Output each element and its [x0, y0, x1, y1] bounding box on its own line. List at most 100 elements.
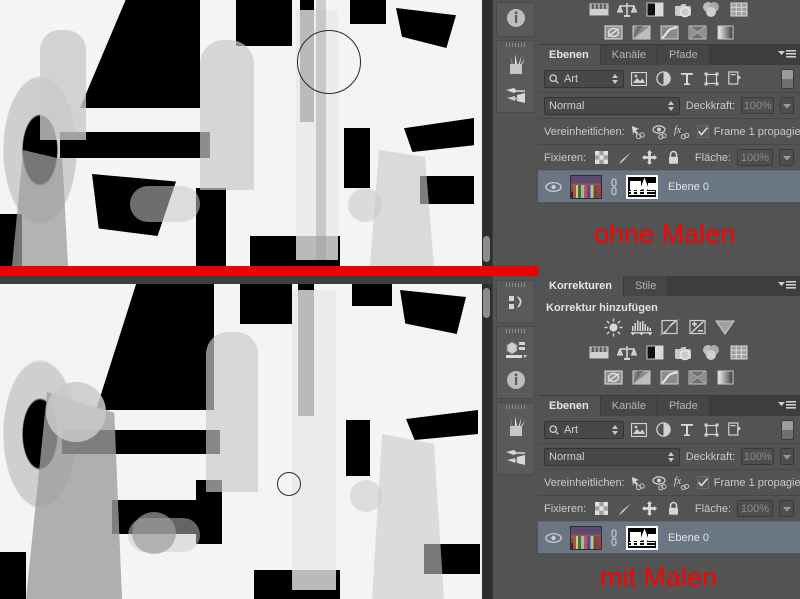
- tab-ebenen[interactable]: Ebenen: [538, 396, 601, 416]
- canvas-scrollbar-track-top[interactable]: [482, 0, 492, 266]
- lock-position-icon[interactable]: [640, 149, 658, 167]
- lock-image-icon[interactable]: [616, 149, 634, 167]
- canvas-scrollbar-thumb-bottom[interactable]: [483, 288, 490, 318]
- tab-ebenen[interactable]: Ebenen: [538, 45, 601, 65]
- filter-pixel-layers-icon[interactable]: [630, 421, 648, 439]
- brushes-icon[interactable]: [497, 411, 534, 441]
- color-lookup-icon[interactable]: [729, 0, 750, 19]
- history-icon[interactable]: [497, 289, 534, 319]
- unify-style-icon[interactable]: fx: [674, 474, 692, 492]
- info-icon[interactable]: [497, 3, 534, 33]
- tab-korrekturen[interactable]: Korrekturen: [538, 276, 624, 296]
- filter-adjustment-layers-icon[interactable]: [654, 70, 672, 88]
- opacity-dropdown-icon[interactable]: [780, 448, 795, 465]
- table-row[interactable]: Ebene 0: [538, 521, 800, 553]
- document-view-bottom[interactable]: [0, 276, 492, 599]
- color-balance-icon[interactable]: [617, 0, 638, 19]
- tab-kanaele[interactable]: Kanäle: [600, 396, 658, 416]
- photo-filter-icon[interactable]: [673, 0, 694, 19]
- unify-style-icon[interactable]: fx: [674, 123, 692, 141]
- channel-mixer-icon[interactable]: [701, 343, 722, 362]
- channel-mixer-icon[interactable]: [701, 0, 722, 19]
- dock-grip[interactable]: [497, 327, 534, 335]
- document-view-top[interactable]: [0, 0, 492, 266]
- dock-grip[interactable]: [497, 281, 534, 289]
- layer-kind-filter[interactable]: Art: [544, 69, 624, 88]
- unify-visibility-icon[interactable]: [652, 474, 669, 492]
- layer-kind-filter[interactable]: Art: [544, 420, 624, 439]
- panel-menu-icon[interactable]: [778, 400, 796, 411]
- lock-transparency-icon[interactable]: [592, 149, 610, 167]
- layer-thumbnail[interactable]: [570, 174, 602, 199]
- unify-position-icon[interactable]: [630, 474, 647, 492]
- filter-smart-objects-icon[interactable]: [726, 421, 744, 439]
- panel-menu-icon[interactable]: [778, 280, 796, 291]
- tab-kanaele[interactable]: Kanäle: [600, 45, 658, 65]
- blend-mode-select[interactable]: Normal: [544, 447, 680, 466]
- color-lookup-icon[interactable]: [729, 343, 750, 362]
- lock-image-icon[interactable]: [616, 500, 634, 518]
- layer-thumbnail[interactable]: [570, 525, 602, 550]
- unify-position-icon[interactable]: [630, 123, 647, 141]
- gradient-map-icon[interactable]: [715, 368, 736, 387]
- layer-filter-toggle[interactable]: [781, 68, 794, 89]
- unify-visibility-icon[interactable]: [652, 123, 669, 141]
- lock-transparency-icon[interactable]: [592, 500, 610, 518]
- invert-icon[interactable]: [603, 23, 624, 42]
- filter-smart-objects-icon[interactable]: [726, 70, 744, 88]
- tab-pfade[interactable]: Pfade: [658, 45, 710, 65]
- panel-menu-icon[interactable]: [778, 49, 796, 60]
- filter-type-layers-icon[interactable]: [678, 70, 696, 88]
- filter-shape-layers-icon[interactable]: [702, 70, 720, 88]
- filter-pixel-layers-icon[interactable]: [630, 70, 648, 88]
- brightness-contrast-icon[interactable]: [603, 318, 624, 337]
- opacity-field[interactable]: 100%: [741, 97, 775, 114]
- fill-field[interactable]: 100%: [737, 500, 773, 517]
- hue-saturation-icon[interactable]: [589, 343, 610, 362]
- link-icon[interactable]: [608, 177, 620, 196]
- tab-stile[interactable]: Stile: [623, 276, 669, 296]
- tab-pfade[interactable]: Pfade: [658, 396, 710, 416]
- eye-icon[interactable]: [542, 181, 564, 193]
- posterize-icon[interactable]: [631, 23, 652, 42]
- fill-field[interactable]: 100%: [737, 149, 773, 166]
- opacity-field[interactable]: 100%: [741, 448, 775, 465]
- lock-all-icon[interactable]: [664, 149, 682, 167]
- posterize-icon[interactable]: [631, 368, 652, 387]
- table-row[interactable]: Ebene 0: [538, 170, 800, 202]
- curves-icon[interactable]: [659, 318, 680, 337]
- fill-dropdown-icon[interactable]: [779, 149, 794, 166]
- lock-all-icon[interactable]: [664, 500, 682, 518]
- propagate-checkbox[interactable]: [696, 125, 709, 138]
- invert-icon[interactable]: [603, 368, 624, 387]
- levels-icon[interactable]: [630, 318, 652, 337]
- lock-position-icon[interactable]: [640, 500, 658, 518]
- selective-color-icon[interactable]: [687, 368, 708, 387]
- exposure-icon[interactable]: [687, 318, 708, 337]
- tool-presets-icon[interactable]: [497, 441, 534, 471]
- black-white-icon[interactable]: [645, 0, 666, 19]
- tool-presets-icon[interactable]: [497, 79, 534, 109]
- gradient-map-icon[interactable]: [715, 23, 736, 42]
- filter-adjustment-layers-icon[interactable]: [654, 421, 672, 439]
- eye-icon[interactable]: [542, 532, 564, 544]
- hue-saturation-icon[interactable]: [589, 0, 610, 19]
- propagate-checkbox[interactable]: [696, 476, 709, 489]
- mini-bridge-icon[interactable]: [497, 335, 534, 365]
- dock-grip[interactable]: [497, 403, 534, 411]
- fill-dropdown-icon[interactable]: [779, 500, 794, 517]
- layer-mask-thumbnail[interactable]: [626, 525, 658, 550]
- canvas-scrollbar-thumb-top[interactable]: [483, 236, 490, 262]
- info-icon[interactable]: [497, 365, 534, 395]
- filter-shape-layers-icon[interactable]: [702, 421, 720, 439]
- vibrance-icon[interactable]: [715, 318, 736, 337]
- brushes-icon[interactable]: [497, 49, 534, 79]
- threshold-icon[interactable]: [659, 23, 680, 42]
- selective-color-icon[interactable]: [687, 23, 708, 42]
- opacity-dropdown-icon[interactable]: [780, 97, 795, 114]
- canvas-scrollbar-track-bottom[interactable]: [482, 284, 492, 599]
- layer-filter-toggle[interactable]: [781, 419, 794, 440]
- threshold-icon[interactable]: [659, 368, 680, 387]
- filter-type-layers-icon[interactable]: [678, 421, 696, 439]
- color-balance-icon[interactable]: [617, 343, 638, 362]
